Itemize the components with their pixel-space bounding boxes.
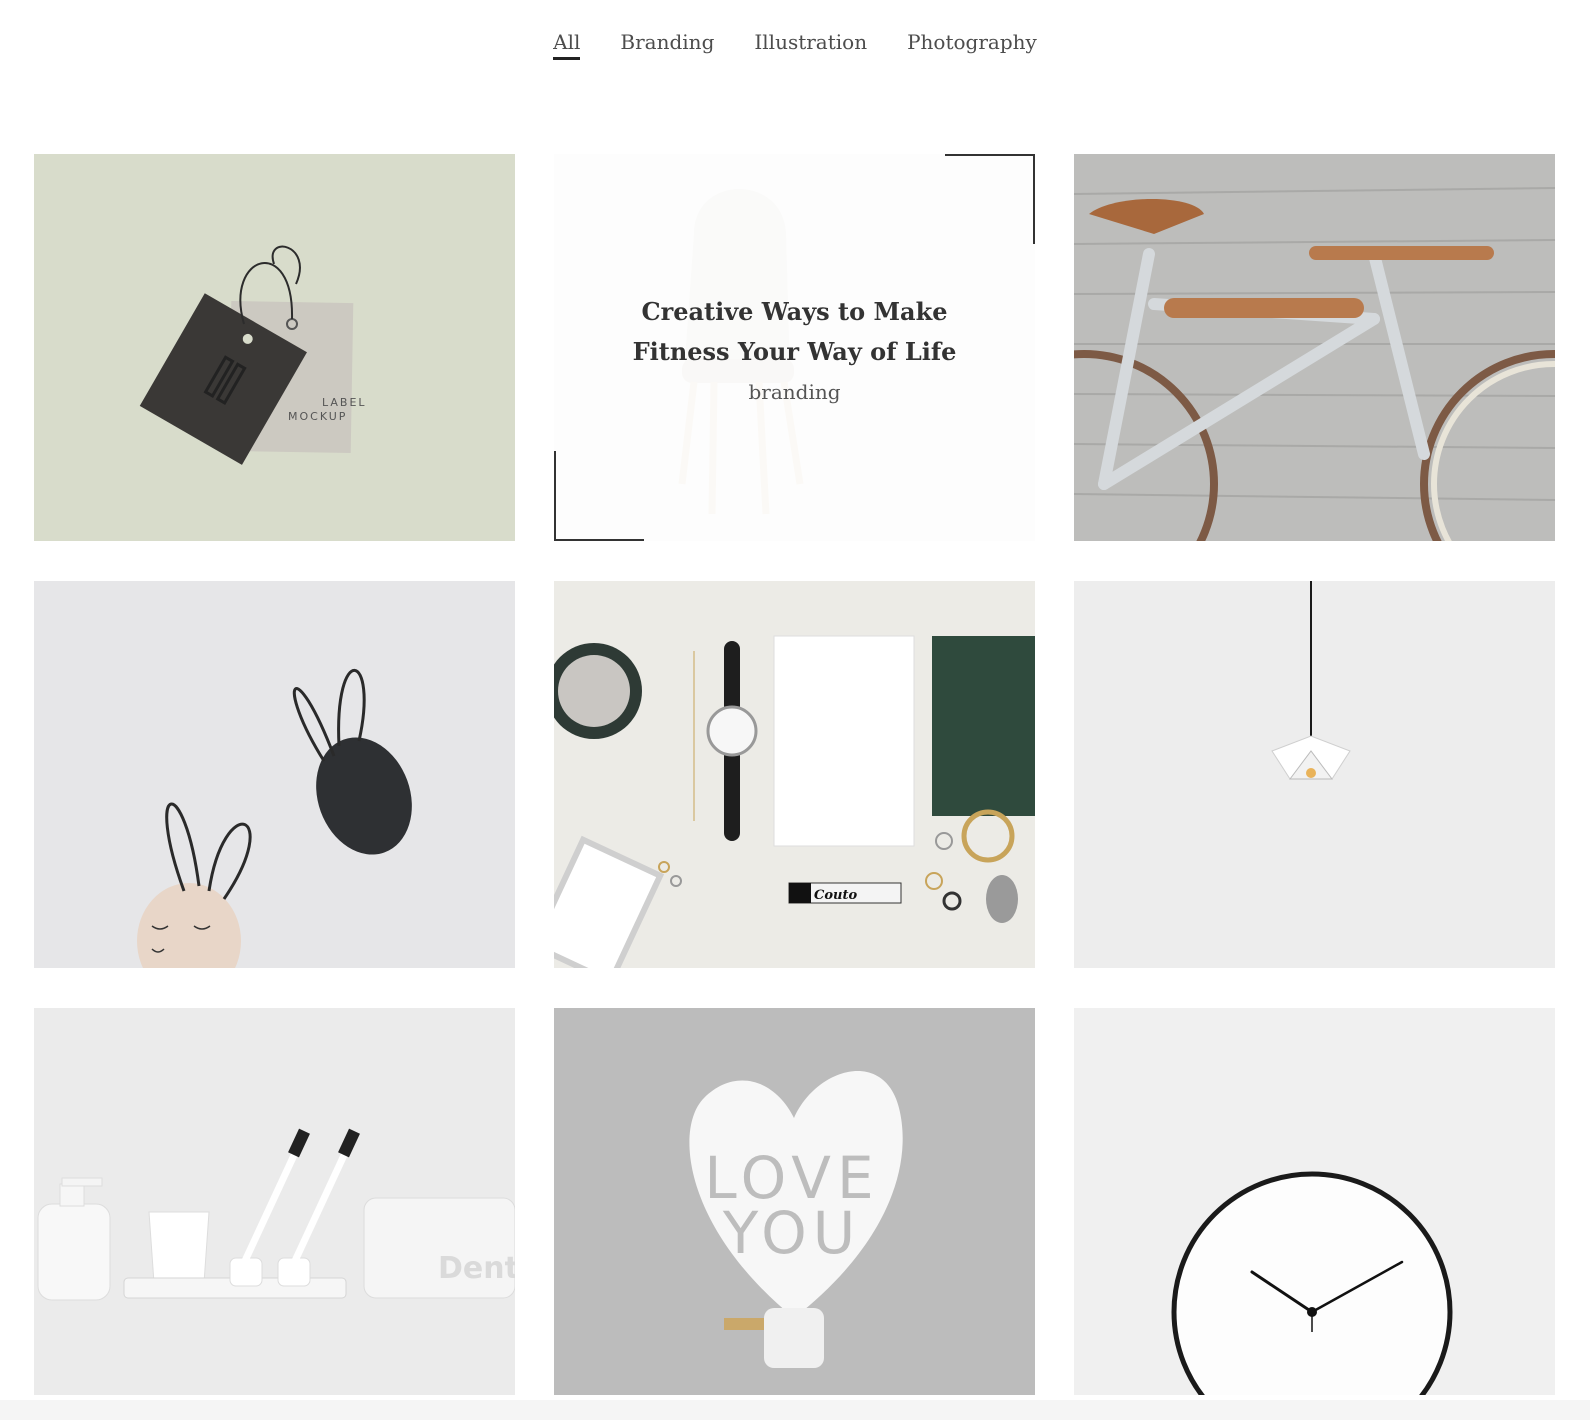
bathroom-toothbrush-photo: Denti xyxy=(34,1008,515,1395)
portfolio-grid: LABEL MOCKUP Creative Ways to Make Fitne… xyxy=(34,154,1555,1395)
love-you-heart-photo: LOVE YOU xyxy=(554,1008,1035,1395)
easter-eggs-bunny-photo xyxy=(34,581,515,968)
filter-all[interactable]: All xyxy=(553,30,581,60)
corner-frame-bottom-left xyxy=(554,451,644,541)
filter-branding[interactable]: Branding xyxy=(620,30,714,60)
filter-illustration[interactable]: Illustration xyxy=(754,30,867,60)
portfolio-item-love-you[interactable]: LOVE YOU xyxy=(554,1008,1035,1395)
portfolio-item-bicycle[interactable] xyxy=(1074,154,1555,541)
portfolio-item-pendant-lamp[interactable] xyxy=(1074,581,1555,968)
portfolio-item-wall-clock[interactable] xyxy=(1074,1008,1555,1395)
portfolio-item-chair[interactable]: Creative Ways to Make Fitness Your Way o… xyxy=(554,154,1035,541)
portfolio-item-easter-eggs[interactable] xyxy=(34,581,515,968)
corner-frame-top-right xyxy=(945,154,1035,244)
wall-clock-photo xyxy=(1074,1008,1555,1395)
filter-photography[interactable]: Photography xyxy=(907,30,1037,60)
portfolio-filter-nav: All Branding Illustration Photography xyxy=(0,30,1590,60)
portfolio-item-flatlay[interactable]: Couto xyxy=(554,581,1035,968)
label-text-line2: MOCKUP xyxy=(288,410,347,423)
portfolio-item-title[interactable]: Creative Ways to Make Fitness Your Way o… xyxy=(605,292,985,372)
box-text: Denti xyxy=(438,1251,515,1286)
portfolio-item-category: branding xyxy=(748,379,841,404)
heart-text-line2: YOU xyxy=(722,1199,861,1267)
bicycle-photo xyxy=(1074,154,1555,541)
label-text-line1: LABEL xyxy=(322,396,367,409)
flatlay-watch-notebook-photo: Couto xyxy=(554,581,1035,968)
portfolio-item-bathroom-set[interactable]: Denti xyxy=(34,1008,515,1395)
portfolio-item-label-mockup[interactable]: LABEL MOCKUP xyxy=(34,154,515,541)
page-bottom-edge xyxy=(0,1400,1590,1420)
pendant-lamp-photo xyxy=(1074,581,1555,968)
tube-text: Couto xyxy=(814,888,857,903)
label-mockup-photo: LABEL MOCKUP xyxy=(34,154,515,541)
